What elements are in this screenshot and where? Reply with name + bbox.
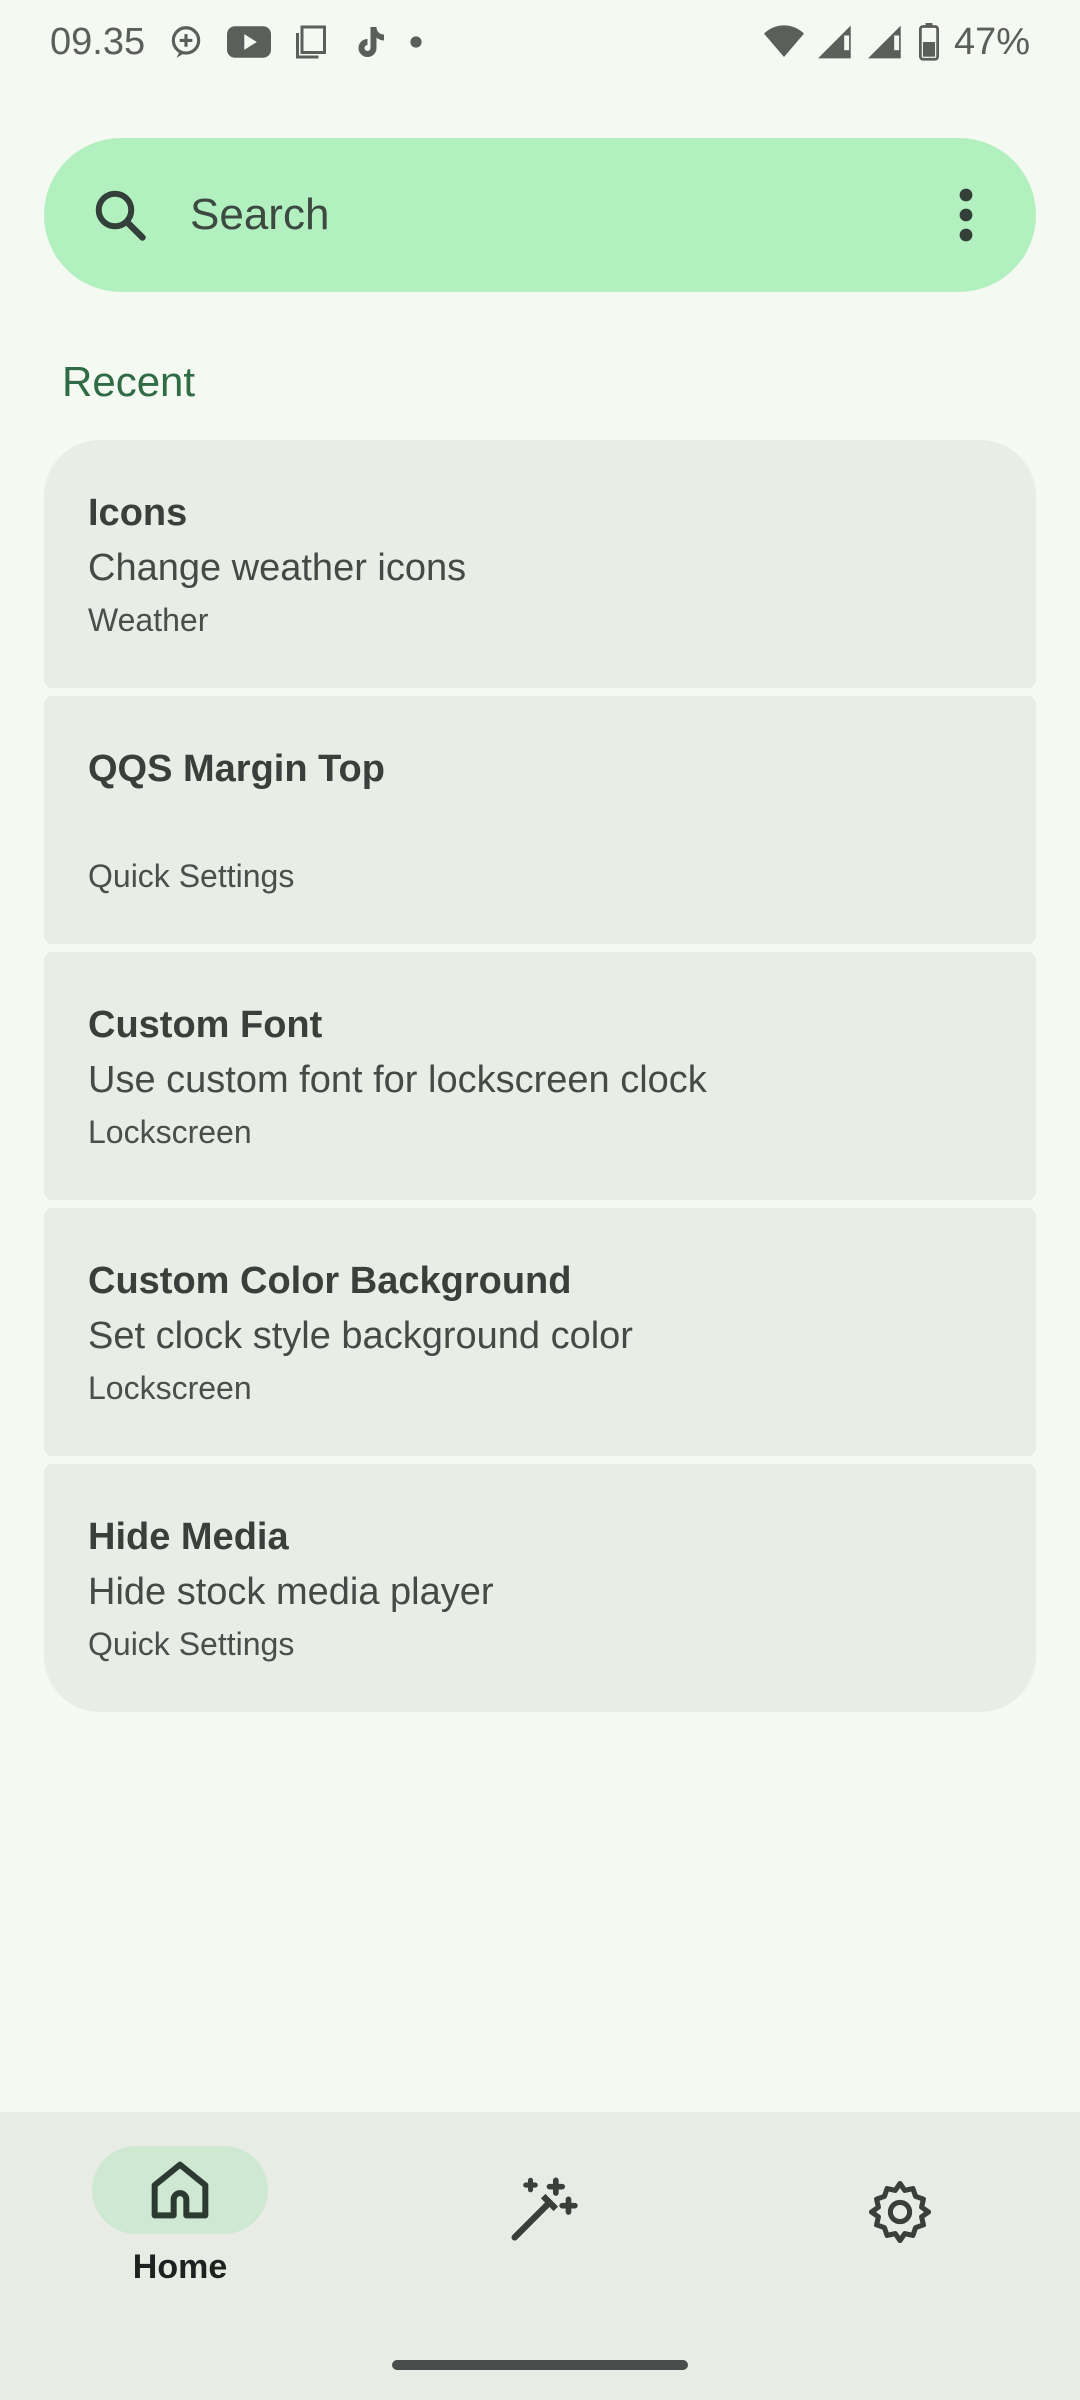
status-bar: 09.35 47% xyxy=(0,0,1080,84)
item-title: QQS Margin Top xyxy=(88,748,385,790)
status-left: 09.35 xyxy=(50,21,423,64)
item-category: Quick Settings xyxy=(88,858,295,894)
item-title: Icons xyxy=(88,492,188,534)
chat-plus-icon xyxy=(167,23,205,61)
status-time: 09.35 xyxy=(50,20,146,63)
nav-item-settings[interactable] xyxy=(810,2146,990,2256)
list-item[interactable]: Hide Media Hide stock media player Quick… xyxy=(44,1464,1036,1712)
battery-percent: 47% xyxy=(953,20,1030,63)
home-icon xyxy=(151,2161,209,2219)
recent-list: Icons Change weather icons Weather QQS M… xyxy=(44,440,1036,1720)
status-right: 47% xyxy=(763,20,1030,64)
item-description: Change weather icons xyxy=(88,547,467,589)
item-description: Hide stock media player xyxy=(88,1571,494,1613)
battery-icon xyxy=(918,23,940,61)
notification-dot-icon xyxy=(409,35,423,49)
gesture-handle[interactable] xyxy=(392,2360,688,2370)
wifi-icon xyxy=(763,25,804,59)
search-input[interactable]: Search xyxy=(190,190,946,240)
nav-item-home[interactable]: Home xyxy=(90,2146,270,2287)
copy-icon xyxy=(293,24,329,60)
magic-wand-icon xyxy=(511,2177,578,2241)
gear-icon xyxy=(868,2180,932,2244)
youtube-icon xyxy=(227,25,272,59)
bottom-navigation: Home xyxy=(0,2112,1080,2400)
item-category: Quick Settings xyxy=(88,1626,295,1662)
item-category: Weather xyxy=(88,602,209,638)
nav-indicator xyxy=(92,2146,268,2234)
item-category: Lockscreen xyxy=(88,1370,252,1406)
list-item[interactable]: Icons Change weather icons Weather xyxy=(44,440,1036,688)
search-icon xyxy=(95,190,146,241)
search-bar[interactable]: Search xyxy=(44,138,1036,292)
list-item[interactable]: Custom Font Use custom font for lockscre… xyxy=(44,952,1036,1200)
nav-label-home: Home xyxy=(132,2248,228,2286)
item-category: Lockscreen xyxy=(88,1114,252,1150)
item-title: Custom Font xyxy=(88,1004,323,1046)
nav-indicator xyxy=(452,2168,628,2256)
item-description: Set clock style background color xyxy=(88,1315,633,1357)
item-title: Custom Color Background xyxy=(88,1260,572,1302)
list-item[interactable]: QQS Margin Top Quick Settings xyxy=(44,696,1036,944)
nav-item-tweaks[interactable] xyxy=(450,2146,630,2256)
more-vert-icon[interactable] xyxy=(946,185,986,245)
section-title-recent: Recent xyxy=(62,358,196,405)
item-description xyxy=(88,796,992,852)
signal-icon xyxy=(817,25,854,59)
nav-indicator xyxy=(812,2168,988,2256)
signal-icon-2 xyxy=(867,25,904,59)
list-item[interactable]: Custom Color Background Set clock style … xyxy=(44,1208,1036,1456)
item-title: Hide Media xyxy=(88,1516,289,1558)
item-description: Use custom font for lockscreen clock xyxy=(88,1059,707,1101)
tiktok-icon xyxy=(351,23,387,61)
